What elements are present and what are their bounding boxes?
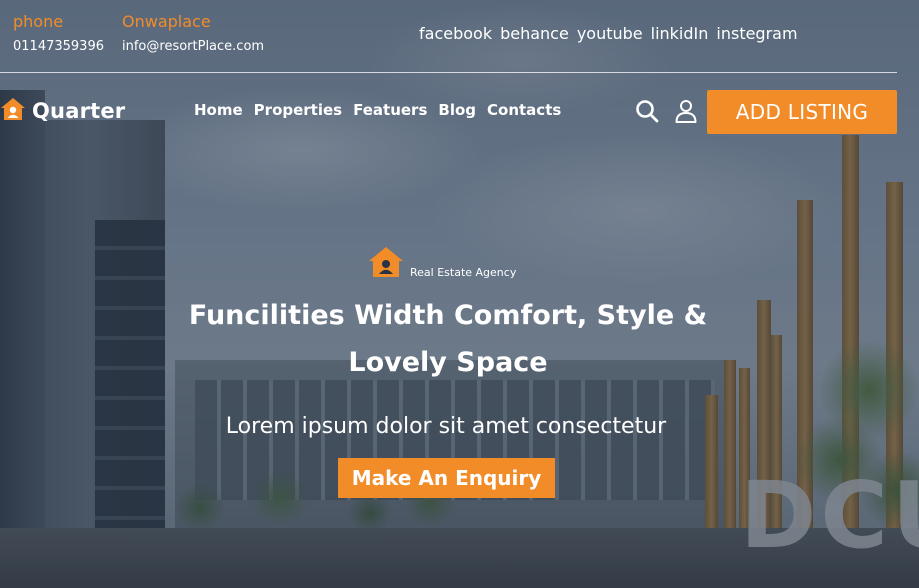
house-icon [368,246,404,282]
main-nav: Home Properties Featuers Blog Contacts [194,101,561,119]
contact-phone: phone 01147359396 [13,12,104,56]
social-link-linkedin[interactable]: linkidIn [651,24,709,43]
header-divider [0,72,897,73]
hero-tag-label: Real Estate Agency [410,266,517,279]
hero-tag: Real Estate Agency [368,246,516,282]
hero-headline: Funcilities Width Comfort, Style & Lovel… [130,292,766,386]
brand-name: Quarter [32,99,126,123]
add-listing-button[interactable]: ADD LISTING [707,90,897,134]
social-link-behance[interactable]: behance [500,24,569,43]
contact-email: Onwaplace info@resortPlace.com [122,12,264,56]
user-icon[interactable] [673,98,699,124]
hero-headline-line-2: Lovely Space [348,347,548,378]
social-link-youtube[interactable]: youtube [577,24,643,43]
hero-headline-line-1: Funcilities Width Comfort, Style & [188,300,708,331]
house-icon [0,96,26,126]
nav-item-home[interactable]: Home [194,101,243,119]
make-enquiry-button[interactable]: Make An Enquiry [338,458,555,498]
search-icon[interactable] [634,98,660,124]
phone-number[interactable]: 01147359396 [13,38,104,56]
phone-label: phone [13,12,64,31]
social-links: facebook behance youtube linkidIn insteg… [419,24,798,43]
nav-item-features[interactable]: Featuers [353,101,427,119]
nav-item-blog[interactable]: Blog [438,101,476,119]
email-address[interactable]: info@resortPlace.com [122,38,264,56]
social-link-facebook[interactable]: facebook [419,24,492,43]
place-label: Onwaplace [122,12,211,31]
nav-item-contacts[interactable]: Contacts [487,101,561,119]
social-link-instagram[interactable]: instegram [716,24,797,43]
nav-item-properties[interactable]: Properties [254,101,342,119]
hero-subtext: Lorem ipsum dolor sit amet consectetur [225,414,667,439]
brand-logo[interactable]: Quarter [0,96,125,126]
